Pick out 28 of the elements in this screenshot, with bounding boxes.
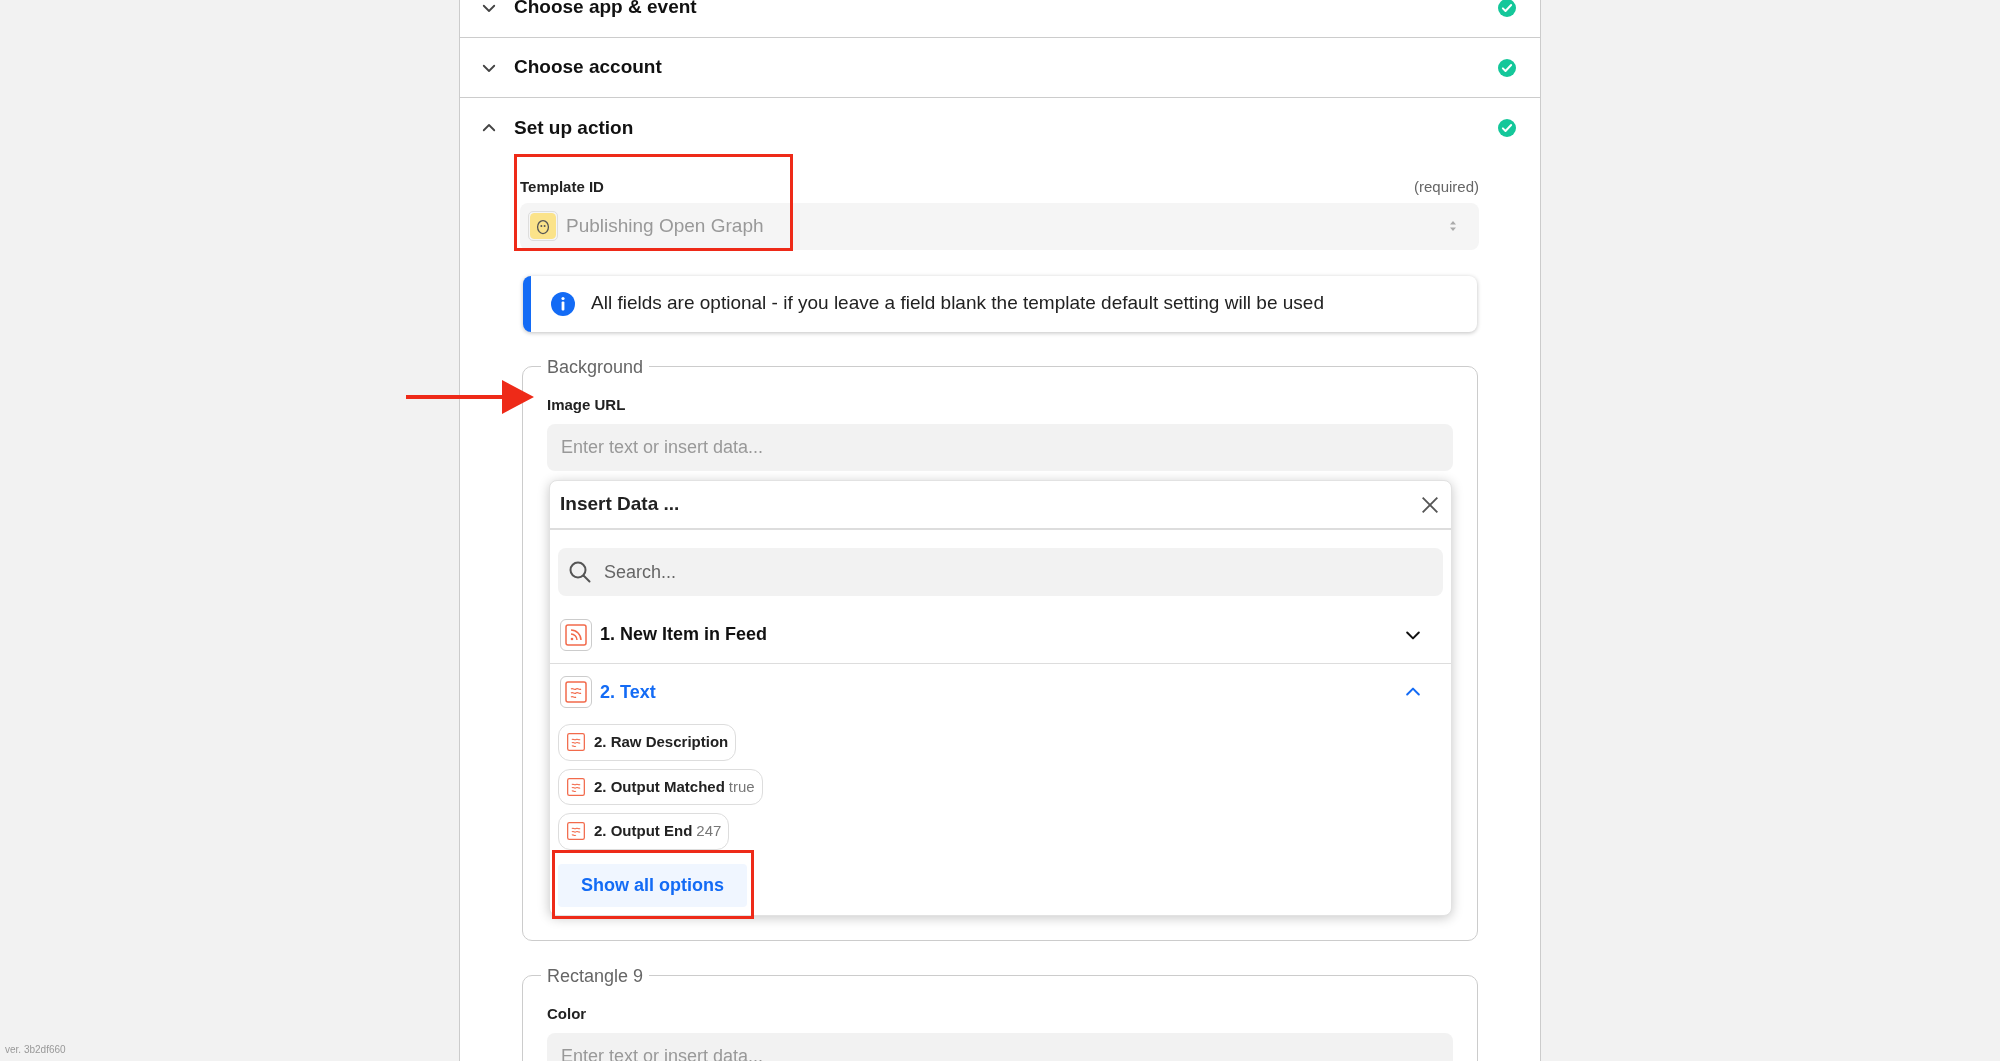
text-icon xyxy=(566,821,586,842)
field-label: Color xyxy=(547,1003,588,1024)
required-note: (required) xyxy=(1413,177,1479,197)
info-icon xyxy=(551,291,575,316)
data-chip[interactable]: 2. Output End 247 xyxy=(558,813,730,850)
data-chip[interactable]: 2. Output Matched true xyxy=(558,768,763,805)
group-legend: Background xyxy=(541,357,650,376)
text-icon xyxy=(566,776,586,797)
source-row[interactable]: 2. Text xyxy=(550,663,1451,720)
popup-title: Insert Data ... xyxy=(560,492,680,517)
version-text: ver. 3b2df660 xyxy=(5,1043,66,1057)
source-row[interactable]: 1. New Item in Feed xyxy=(550,606,1451,663)
text-input-field[interactable]: Enter text or insert data... xyxy=(547,424,1453,471)
rss-icon xyxy=(560,618,592,651)
text-icon xyxy=(566,732,586,753)
step-title[interactable]: Set up action xyxy=(514,113,1498,143)
text-icon xyxy=(560,676,592,708)
step-title[interactable]: Choose app & event xyxy=(514,0,1498,22)
data-chip[interactable]: 2. Raw Description xyxy=(558,724,737,761)
app-icon xyxy=(528,211,558,241)
step-title[interactable]: Choose account xyxy=(514,53,1498,82)
show-all-options-button[interactable]: Show all options xyxy=(558,863,747,907)
info-text: All fields are optional - if you leave a field blank the template default setting will be used xyxy=(591,291,1324,316)
field-label: Image URL xyxy=(547,394,627,415)
search-field[interactable]: Search... xyxy=(558,548,1443,596)
search-icon xyxy=(568,560,592,584)
group-legend: Rectangle 9 xyxy=(541,966,650,985)
field-label: Template ID xyxy=(520,177,604,197)
